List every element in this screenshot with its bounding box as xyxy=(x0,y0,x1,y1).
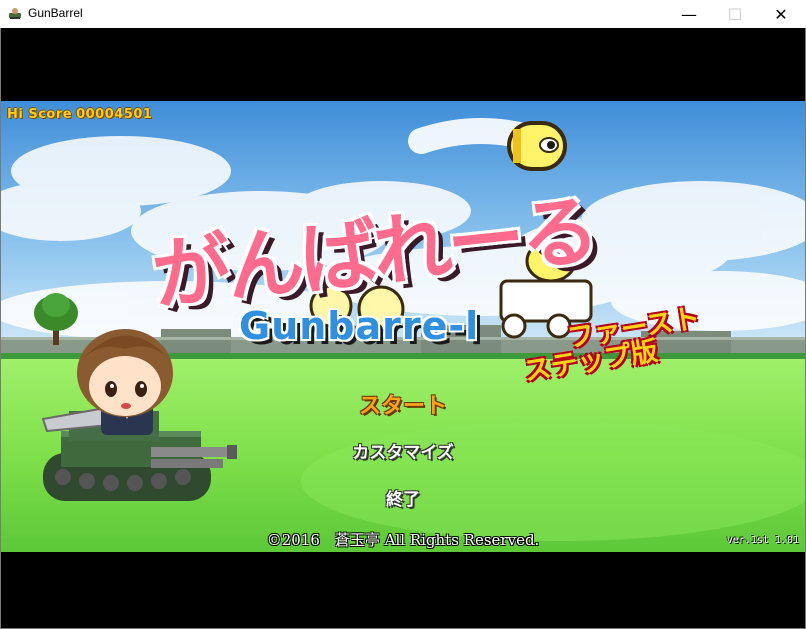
hiscore-display: Hi Score 00004501 xyxy=(7,107,156,122)
hiscore-value: 00004501 xyxy=(76,107,153,122)
hiscore-label: Hi Score xyxy=(7,107,73,122)
minimize-icon: — xyxy=(681,4,697,24)
game-viewport[interactable]: Hi Score 00004501 がんばれーる Gunbarre-l ファースト… xyxy=(1,101,805,552)
close-button[interactable]: ✕ xyxy=(758,0,804,28)
logo-subtitle: Gunbarre-l xyxy=(239,304,480,348)
maximize-icon: ☐ xyxy=(727,4,743,24)
minimize-button[interactable]: — xyxy=(666,0,712,28)
copyright-text: ©2016 蒼玉亭 All Rights Reserved. xyxy=(266,531,540,549)
menu-quit-button[interactable]: 終了 xyxy=(1,485,805,510)
app-icon xyxy=(9,8,21,19)
window-title: GunBarrel xyxy=(28,6,83,20)
version-text: ver.1st 1.01 xyxy=(726,535,799,546)
letterbox-bottom xyxy=(1,552,805,628)
letterbox-top xyxy=(1,28,805,101)
maximize-button[interactable]: ☐ xyxy=(712,0,758,28)
title-bar[interactable]: GunBarrel — ☐ ✕ xyxy=(0,0,806,28)
close-icon: ✕ xyxy=(774,4,788,24)
menu-start-button[interactable]: スタート xyxy=(1,388,805,420)
menu-customize-button[interactable]: カスタマイズ xyxy=(1,438,805,463)
